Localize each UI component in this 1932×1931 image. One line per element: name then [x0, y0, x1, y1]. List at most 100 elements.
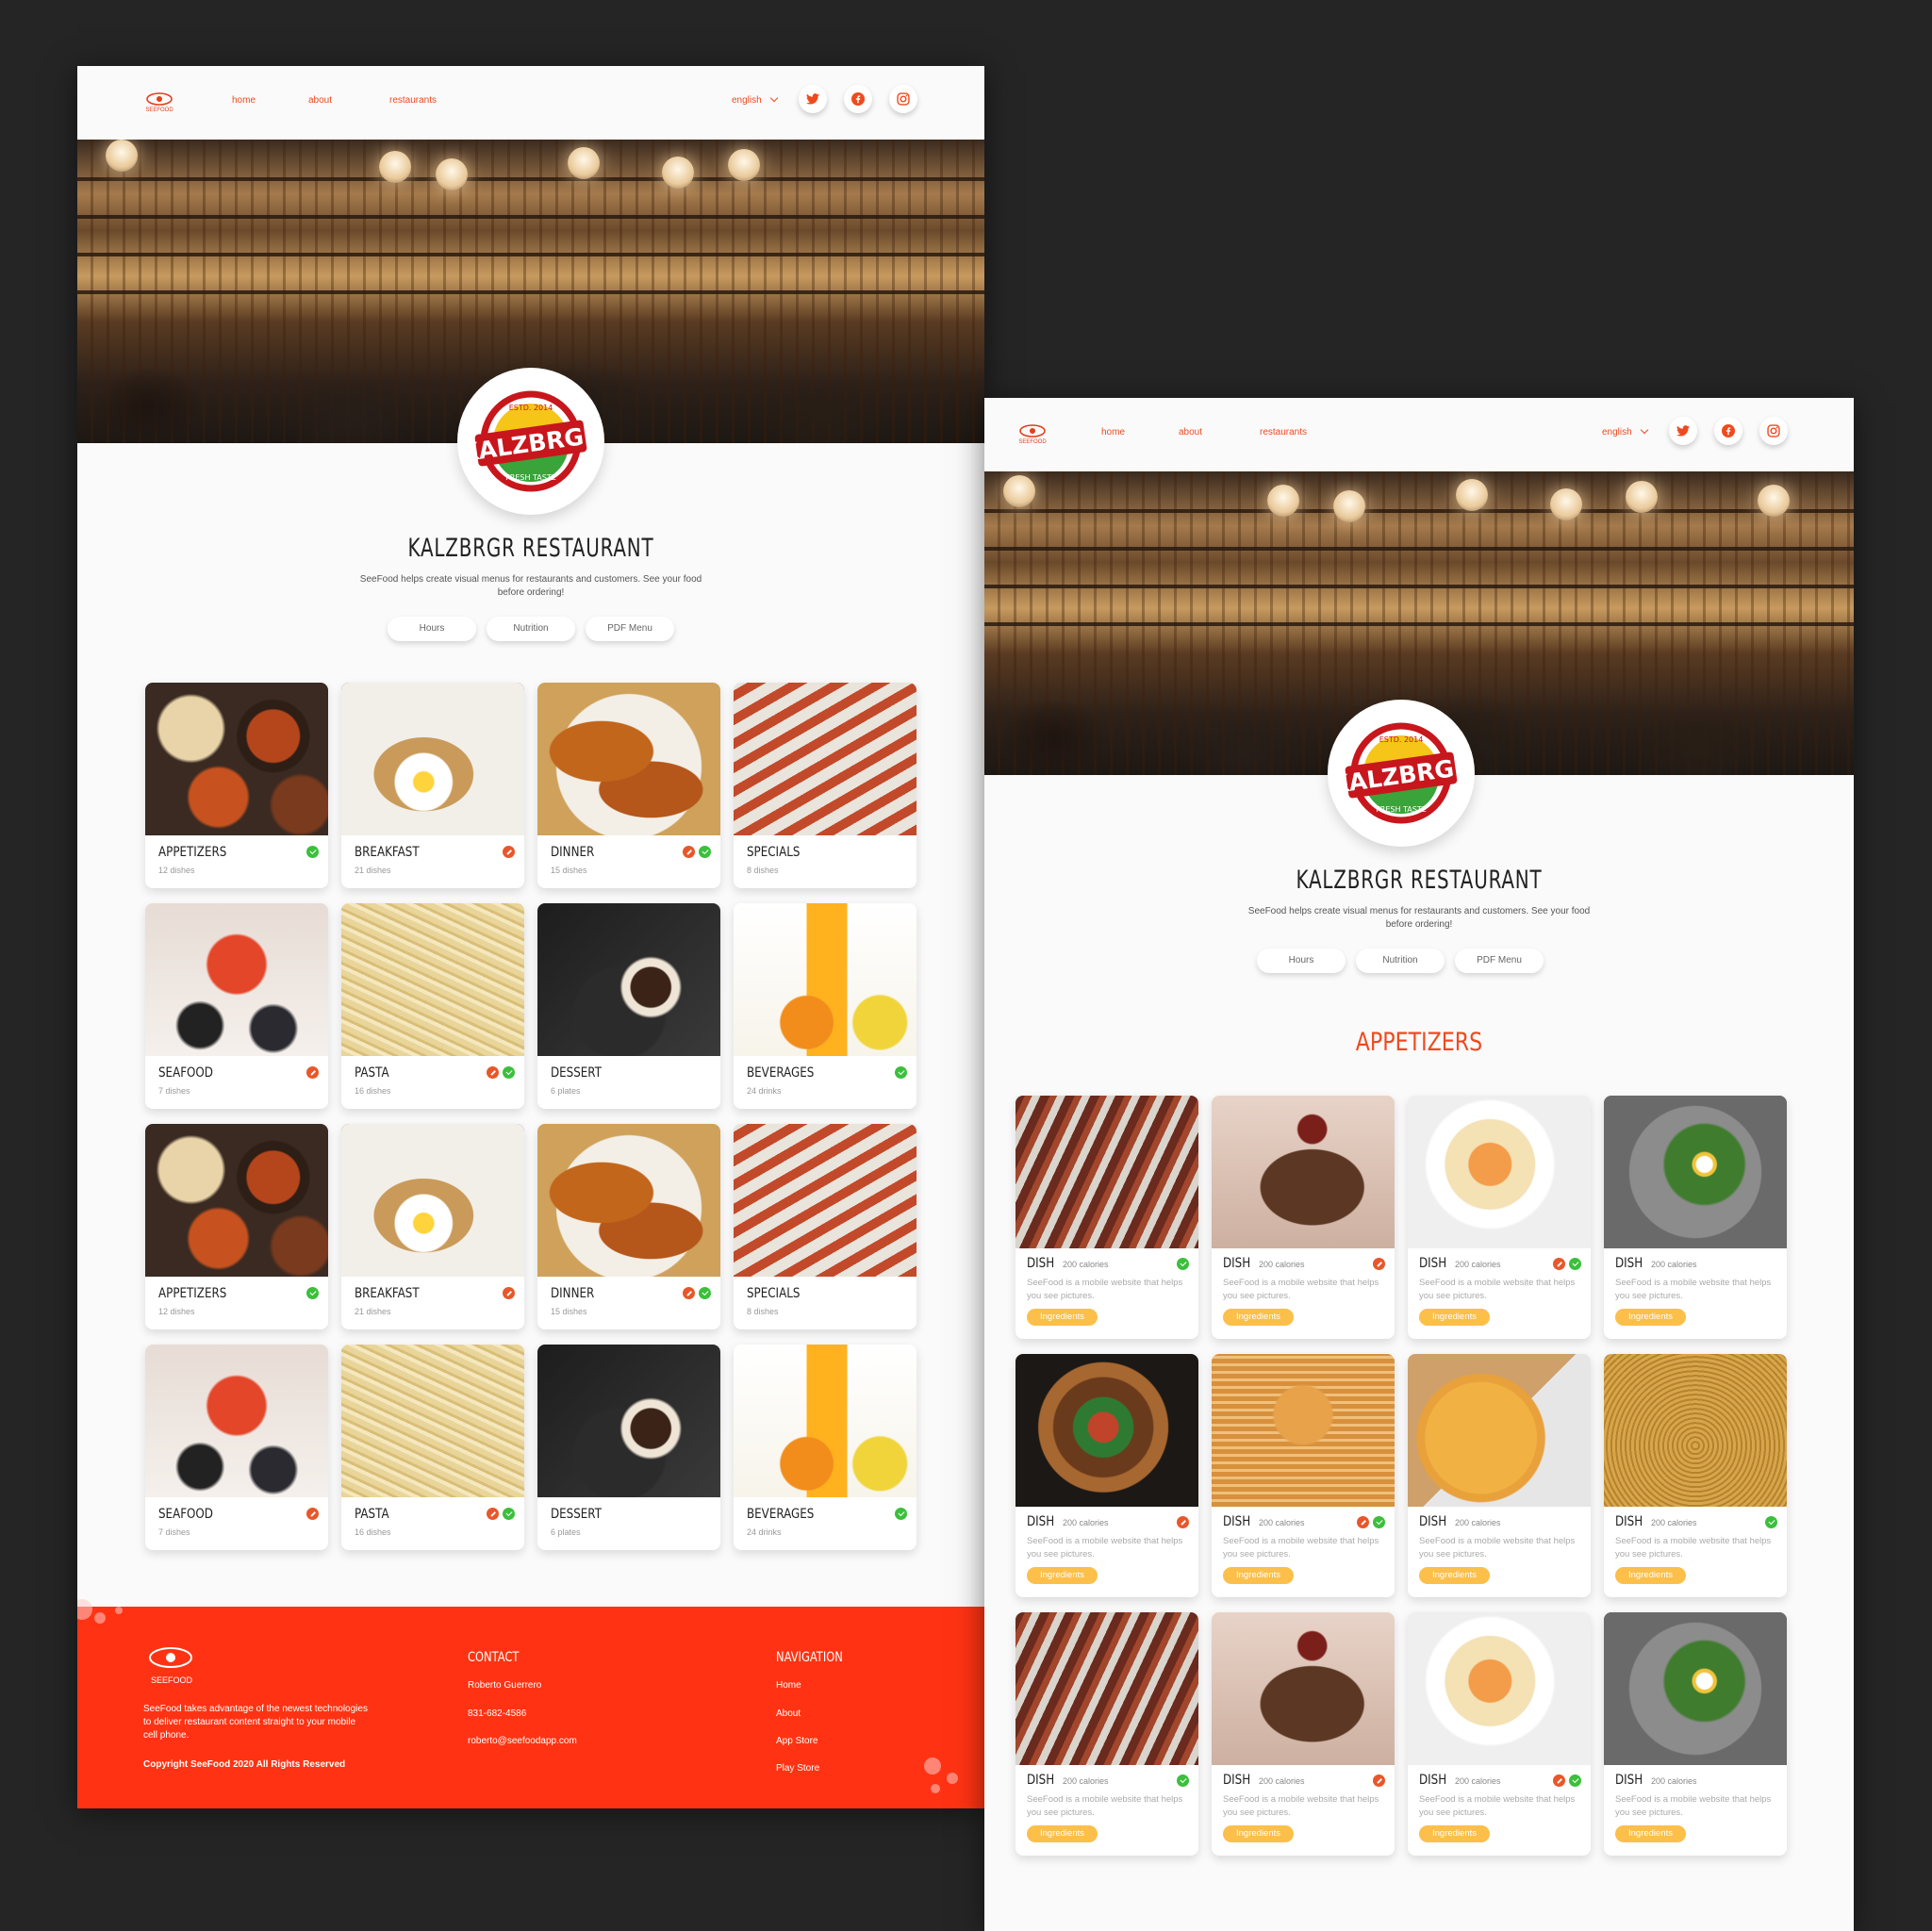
ingredients-button[interactable]: Ingredients — [1419, 1825, 1491, 1842]
seefood-logo[interactable]: SEEFOOD — [1016, 422, 1049, 447]
spicy-badge-icon — [487, 1066, 499, 1079]
spicy-badge-icon — [306, 1066, 319, 1079]
ingredients-button[interactable]: Ingredients — [1223, 1825, 1295, 1842]
seefood-logo[interactable]: SEEFOOD — [143, 91, 175, 115]
facebook-button[interactable] — [844, 85, 872, 113]
category-card[interactable]: SPECIALS 8 dishes — [734, 683, 916, 888]
dish-card[interactable]: DISH 200 calories SeeFood is a mobile webs… — [1016, 1612, 1198, 1856]
contact-email[interactable]: roberto@seefoodapp.com — [468, 1736, 577, 1746]
footer-copyright: Copyright SeeFood 2020 All Rights Reserv… — [143, 1759, 346, 1770]
facebook-icon — [1722, 424, 1735, 437]
dish-card[interactable]: DISH 200 calories SeeFood is a mobile webs… — [1408, 1354, 1591, 1597]
logo-estd: ESTD. 2014 — [509, 404, 553, 412]
dish-card[interactable]: DISH 200 calories SeeFood is a mobile webs… — [1016, 1354, 1198, 1597]
dish-card[interactable]: DISH 200 calories SeeFood is a mobile webs… — [1604, 1612, 1787, 1856]
category-card[interactable]: BREAKFAST 21 dishes — [341, 683, 524, 888]
nutrition-button[interactable]: Nutrition — [487, 617, 575, 641]
language-select[interactable]: english — [1602, 425, 1648, 437]
dish-card[interactable]: DISH 200 calories SeeFood is a mobile webs… — [1408, 1612, 1591, 1856]
dish-card[interactable]: DISH 200 calories SeeFood is a mobile webs… — [1212, 1096, 1395, 1339]
category-card[interactable]: DESSERT 6 plates — [537, 1345, 720, 1550]
pdf-menu-button[interactable]: PDF Menu — [1455, 949, 1544, 973]
diet-badges — [1177, 1516, 1189, 1528]
dish-photo — [1212, 1354, 1395, 1507]
category-card[interactable]: APPETIZERS 12 dishes — [145, 683, 328, 888]
dish-card[interactable]: DISH 200 calories SeeFood is a mobile webs… — [1212, 1354, 1395, 1597]
diet-badges — [1553, 1258, 1581, 1270]
category-card[interactable]: SEAFOOD 7 dishes — [145, 1345, 328, 1550]
category-count: 7 dishes — [158, 1527, 190, 1537]
nav-restaurants-link[interactable]: restaurants — [1260, 427, 1307, 437]
nav-home-link[interactable]: home — [232, 95, 256, 106]
dish-card[interactable]: DISH 200 calories SeeFood is a mobile webs… — [1016, 1096, 1198, 1339]
ingredients-button[interactable]: Ingredients — [1027, 1309, 1098, 1326]
dish-card[interactable]: DISH 200 calories SeeFood is a mobile webs… — [1212, 1612, 1395, 1856]
restaurant-page-preview: SEEFOOD home about restaurants english K… — [77, 66, 984, 1808]
nav-about-link[interactable]: about — [1179, 427, 1202, 437]
category-name: DINNER — [551, 1286, 595, 1301]
category-card[interactable]: BREAKFAST 21 dishes — [341, 1124, 524, 1329]
category-card[interactable]: SPECIALS 8 dishes — [734, 1124, 916, 1329]
footer-play-store-link[interactable]: Play Store — [776, 1763, 819, 1774]
nav-restaurants-link[interactable]: restaurants — [389, 95, 437, 106]
nav-about-link[interactable]: about — [308, 95, 332, 106]
dish-name: DISH — [1223, 1514, 1251, 1529]
spicy-badge-icon — [1357, 1516, 1369, 1528]
category-card[interactable]: DINNER 15 dishes — [537, 1124, 720, 1329]
ingredients-button[interactable]: Ingredients — [1615, 1309, 1687, 1326]
footer-about-link[interactable]: About — [776, 1708, 801, 1719]
hours-button[interactable]: Hours — [388, 617, 476, 641]
ingredients-button[interactable]: Ingredients — [1419, 1309, 1491, 1326]
dish-name: DISH — [1223, 1773, 1251, 1788]
ingredients-button[interactable]: Ingredients — [1615, 1825, 1687, 1842]
footer-logo[interactable]: SEEFOOD — [143, 1644, 200, 1685]
instagram-button[interactable] — [1759, 417, 1788, 445]
category-card[interactable]: SEAFOOD 7 dishes — [145, 903, 328, 1109]
category-card[interactable]: BEVERAGES 24 drinks — [734, 903, 916, 1109]
twitter-button[interactable] — [799, 85, 827, 113]
pdf-menu-button[interactable]: PDF Menu — [586, 617, 674, 641]
ingredients-button[interactable]: Ingredients — [1615, 1567, 1687, 1584]
ingredients-button[interactable]: Ingredients — [1223, 1309, 1295, 1326]
nutrition-button[interactable]: Nutrition — [1356, 949, 1445, 973]
ingredients-button[interactable]: Ingredients — [1223, 1567, 1295, 1584]
ingredients-button[interactable]: Ingredients — [1027, 1825, 1098, 1842]
top-nav: SEEFOOD home about restaurants english — [77, 66, 984, 140]
dish-card[interactable]: DISH 200 calories SeeFood is a mobile webs… — [1408, 1096, 1591, 1339]
section-title: APPETIZERS — [1355, 1028, 1483, 1057]
dish-name: DISH — [1027, 1773, 1055, 1788]
category-name: APPETIZERS — [158, 1286, 227, 1301]
dish-name: DISH — [1027, 1514, 1055, 1529]
category-card[interactable]: PASTA 16 dishes — [341, 903, 524, 1109]
contact-phone[interactable]: 831-682-4586 — [468, 1708, 526, 1719]
dish-card[interactable]: DISH 200 calories SeeFood is a mobile webs… — [1604, 1096, 1787, 1339]
footer-app-store-link[interactable]: App Store — [776, 1736, 817, 1746]
language-label: english — [732, 95, 762, 106]
ingredients-button[interactable]: Ingredients — [1419, 1567, 1491, 1584]
twitter-button[interactable] — [1669, 417, 1697, 445]
category-name: BREAKFAST — [355, 1286, 420, 1301]
dish-card[interactable]: DISH 200 calories SeeFood is a mobile webs… — [1604, 1354, 1787, 1597]
facebook-button[interactable] — [1714, 417, 1742, 445]
check-badge-icon — [306, 1287, 319, 1299]
dish-name: DISH — [1419, 1256, 1447, 1271]
ingredients-button[interactable]: Ingredients — [1027, 1567, 1098, 1584]
category-count: 15 dishes — [551, 1307, 587, 1316]
dish-photo — [1408, 1354, 1591, 1507]
instagram-button[interactable] — [889, 85, 917, 113]
category-card[interactable]: DINNER 15 dishes — [537, 683, 720, 888]
category-card[interactable]: PASTA 16 dishes — [341, 1345, 524, 1550]
category-card[interactable]: BEVERAGES 24 drinks — [734, 1345, 916, 1550]
nav-home-link[interactable]: home — [1101, 427, 1125, 437]
category-name: SEAFOOD — [158, 1507, 213, 1522]
language-select[interactable]: english — [732, 93, 778, 106]
category-card[interactable]: APPETIZERS 12 dishes — [145, 1124, 328, 1329]
instagram-icon — [897, 92, 910, 106]
dish-calories: 200 calories — [1651, 1518, 1697, 1527]
dish-description: SeeFood is a mobile website that helps y… — [1419, 1536, 1576, 1560]
hours-button[interactable]: Hours — [1257, 949, 1346, 973]
spicy-badge-icon — [1553, 1258, 1565, 1270]
dish-description: SeeFood is a mobile website that helps y… — [1223, 1536, 1379, 1560]
category-card[interactable]: DESSERT 6 plates — [537, 903, 720, 1109]
footer-home-link[interactable]: Home — [776, 1680, 801, 1691]
